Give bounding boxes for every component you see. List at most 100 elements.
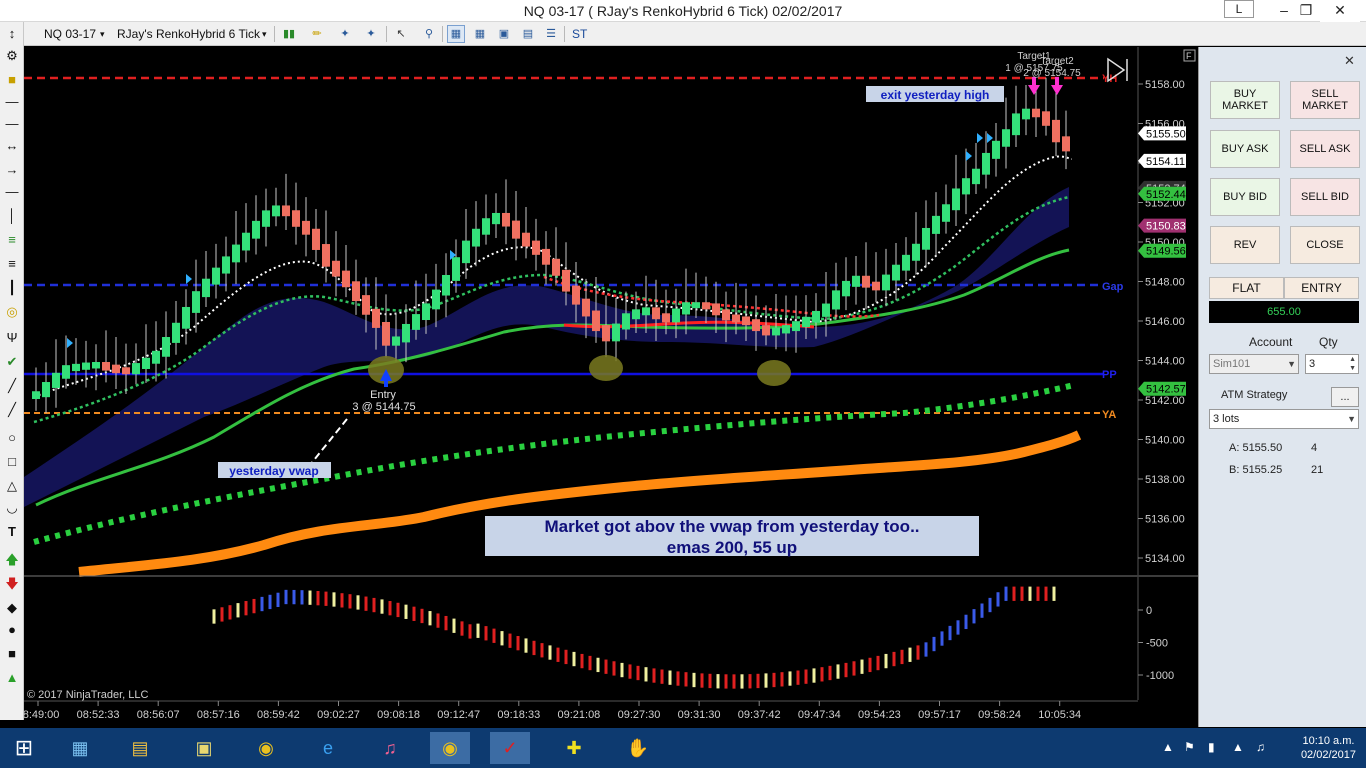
arrow-down-icon[interactable]: 🡇	[2, 574, 22, 594]
close-icon[interactable]: ✕	[1320, 0, 1360, 22]
plus-app-icon[interactable]: ✚	[554, 732, 594, 764]
candle-body	[1062, 136, 1070, 152]
arrow-up-down-icon[interactable]: ↕	[2, 24, 22, 44]
network-icon[interactable]: ▲	[1232, 740, 1244, 754]
fib-extension-icon[interactable]: ≡	[2, 254, 22, 274]
sell-ask-button[interactable]: SELL ASK	[1290, 130, 1360, 168]
triangle-icon[interactable]: △	[2, 476, 22, 496]
chrome-icon[interactable]: ◉	[246, 732, 286, 764]
atm-strategy-select[interactable]: 3 lots ▼	[1209, 409, 1359, 429]
system-clock[interactable]: 10:10 a.m. 02/02/2017	[1301, 734, 1356, 762]
line-icon[interactable]: —	[2, 92, 22, 112]
arrow-up-icon[interactable]: 🡅	[2, 550, 22, 570]
chart-trader-icon[interactable]: ▦	[447, 25, 465, 43]
gann-fan-icon[interactable]: ✔	[2, 352, 22, 372]
pnl-value: 655.00	[1209, 301, 1359, 323]
osc-bar	[284, 589, 288, 605]
channel-icon[interactable]: ╱	[2, 400, 22, 420]
list-icon[interactable]: ☰	[542, 25, 560, 43]
osc-bar	[1044, 586, 1048, 601]
dot-icon[interactable]: ●	[2, 620, 22, 640]
candle-body	[182, 306, 190, 329]
calculator-icon[interactable]: ▦	[60, 732, 100, 764]
horizontal-line-icon[interactable]: ―	[2, 182, 22, 202]
file-explorer-icon[interactable]: ▤	[120, 732, 160, 764]
highlight-icon[interactable]: ■	[2, 70, 22, 90]
price-chart[interactable]: exit yesterday high yesterday vwap Marke…	[24, 47, 1198, 727]
diamond-icon[interactable]: ◆	[2, 598, 22, 618]
reverse-button[interactable]: REV	[1210, 226, 1280, 264]
text-icon[interactable]: T	[2, 522, 22, 542]
hand-app-icon[interactable]: ✋	[618, 732, 658, 764]
regression-icon[interactable]: ╱	[2, 376, 22, 396]
gear-icon[interactable]: ⚙	[2, 46, 22, 66]
chrome-active-icon[interactable]: ◉	[430, 732, 470, 764]
screenshot-icon[interactable]: ▣	[495, 25, 513, 43]
qty-stepper[interactable]: 3 ▲ ▼	[1305, 354, 1359, 374]
atm-options-button[interactable]: ...	[1331, 387, 1359, 407]
itunes-icon[interactable]: ♫	[370, 732, 410, 764]
flag-icon[interactable]: ⚑	[1184, 740, 1195, 754]
chart-toolbar: NQ 03-17 ▾ RJay's RenkoHybrid 6 Tick ▾ ▮…	[24, 22, 1366, 46]
layout-button[interactable]: L	[1224, 0, 1254, 18]
account-select[interactable]: Sim101 ▼	[1209, 354, 1299, 374]
data-box-icon[interactable]: ▦	[471, 25, 489, 43]
title-bar: NQ 03-17 ( RJay's RenkoHybrid 6 Tick) 02…	[0, 0, 1366, 22]
ray-icon[interactable]: —	[2, 114, 22, 134]
panel-close-icon[interactable]: ✕	[1344, 53, 1355, 69]
battery-icon[interactable]: ▮	[1208, 740, 1215, 754]
st-button[interactable]: ST	[572, 27, 587, 41]
price-tick-label: 5138.00	[1145, 474, 1185, 486]
tray-expand-icon[interactable]: ▲	[1162, 740, 1174, 754]
osc-bar	[300, 590, 304, 605]
osc-tick-label: -1000	[1146, 670, 1174, 682]
internet-explorer-icon[interactable]: e	[308, 732, 348, 764]
bartype-dropdown-icon[interactable]: ▾	[262, 29, 267, 40]
osc-bar	[340, 593, 344, 608]
fibonacci-icon[interactable]: ≡	[2, 230, 22, 250]
clock-time: 10:10 a.m.	[1302, 735, 1355, 747]
bar-style-icon[interactable]: ▮▮	[280, 25, 298, 43]
close-position-button[interactable]: CLOSE	[1290, 226, 1360, 264]
rectangle-icon[interactable]: □	[2, 452, 22, 472]
osc-bar	[444, 615, 448, 631]
pitchfork-icon[interactable]: Ψ	[2, 328, 22, 348]
arrow-line-icon[interactable]: →	[2, 160, 22, 180]
bartype-selector[interactable]: RJay's RenkoHybrid 6 Tick	[117, 27, 260, 41]
strategy-icon[interactable]: ✦	[362, 25, 380, 43]
chart-canvas[interactable]: exit yesterday high yesterday vwap Marke…	[24, 47, 1198, 727]
osc-bar	[988, 597, 992, 613]
osc-bar	[476, 623, 480, 638]
fib-time-icon[interactable]: ┃	[2, 278, 22, 298]
vertical-line-icon[interactable]: │	[2, 206, 22, 226]
f-label: F	[1186, 51, 1192, 61]
cursor-icon[interactable]: ↖	[392, 25, 410, 43]
candle-body	[152, 350, 160, 364]
ninjatrader-icon[interactable]: ✓	[490, 732, 530, 764]
instrument-dropdown-icon[interactable]: ▾	[100, 29, 105, 40]
triangle-up-icon[interactable]: ▲	[2, 668, 22, 688]
properties-icon[interactable]: ▤	[519, 25, 537, 43]
window-title: NQ 03-17 ( RJay's RenkoHybrid 6 Tick) 02…	[523, 3, 843, 19]
pencil-icon[interactable]: ✏	[308, 25, 326, 43]
time-tick-label: 09:27:30	[618, 709, 661, 721]
buy-ask-button[interactable]: BUY ASK	[1210, 130, 1280, 168]
indicator-icon[interactable]: ✦	[336, 25, 354, 43]
sell-bid-button[interactable]: SELL BID	[1290, 178, 1360, 216]
fib-circle-icon[interactable]: ◎	[2, 302, 22, 322]
arc-icon[interactable]: ◡	[2, 498, 22, 518]
instrument-selector[interactable]: NQ 03-17	[44, 27, 96, 41]
windows-start-icon[interactable]: ⊞	[4, 732, 44, 764]
buy-market-button[interactable]: BUY MARKET	[1210, 81, 1280, 119]
zoom-icon[interactable]: ⚲	[420, 25, 438, 43]
osc-bar	[1004, 586, 1008, 601]
volume-icon[interactable]: ♫	[1256, 740, 1265, 754]
stepper-arrows-icon[interactable]: ▲ ▼	[1349, 355, 1356, 373]
buy-bid-button[interactable]: BUY BID	[1210, 178, 1280, 216]
sell-market-button[interactable]: SELL MARKET	[1290, 81, 1360, 119]
sticky-notes-icon[interactable]: ▣	[184, 732, 224, 764]
square-icon[interactable]: ■	[2, 644, 22, 664]
extended-line-icon[interactable]: ↔	[2, 136, 22, 156]
candle-body	[1032, 108, 1040, 118]
ellipse-icon[interactable]: ○	[2, 428, 22, 448]
